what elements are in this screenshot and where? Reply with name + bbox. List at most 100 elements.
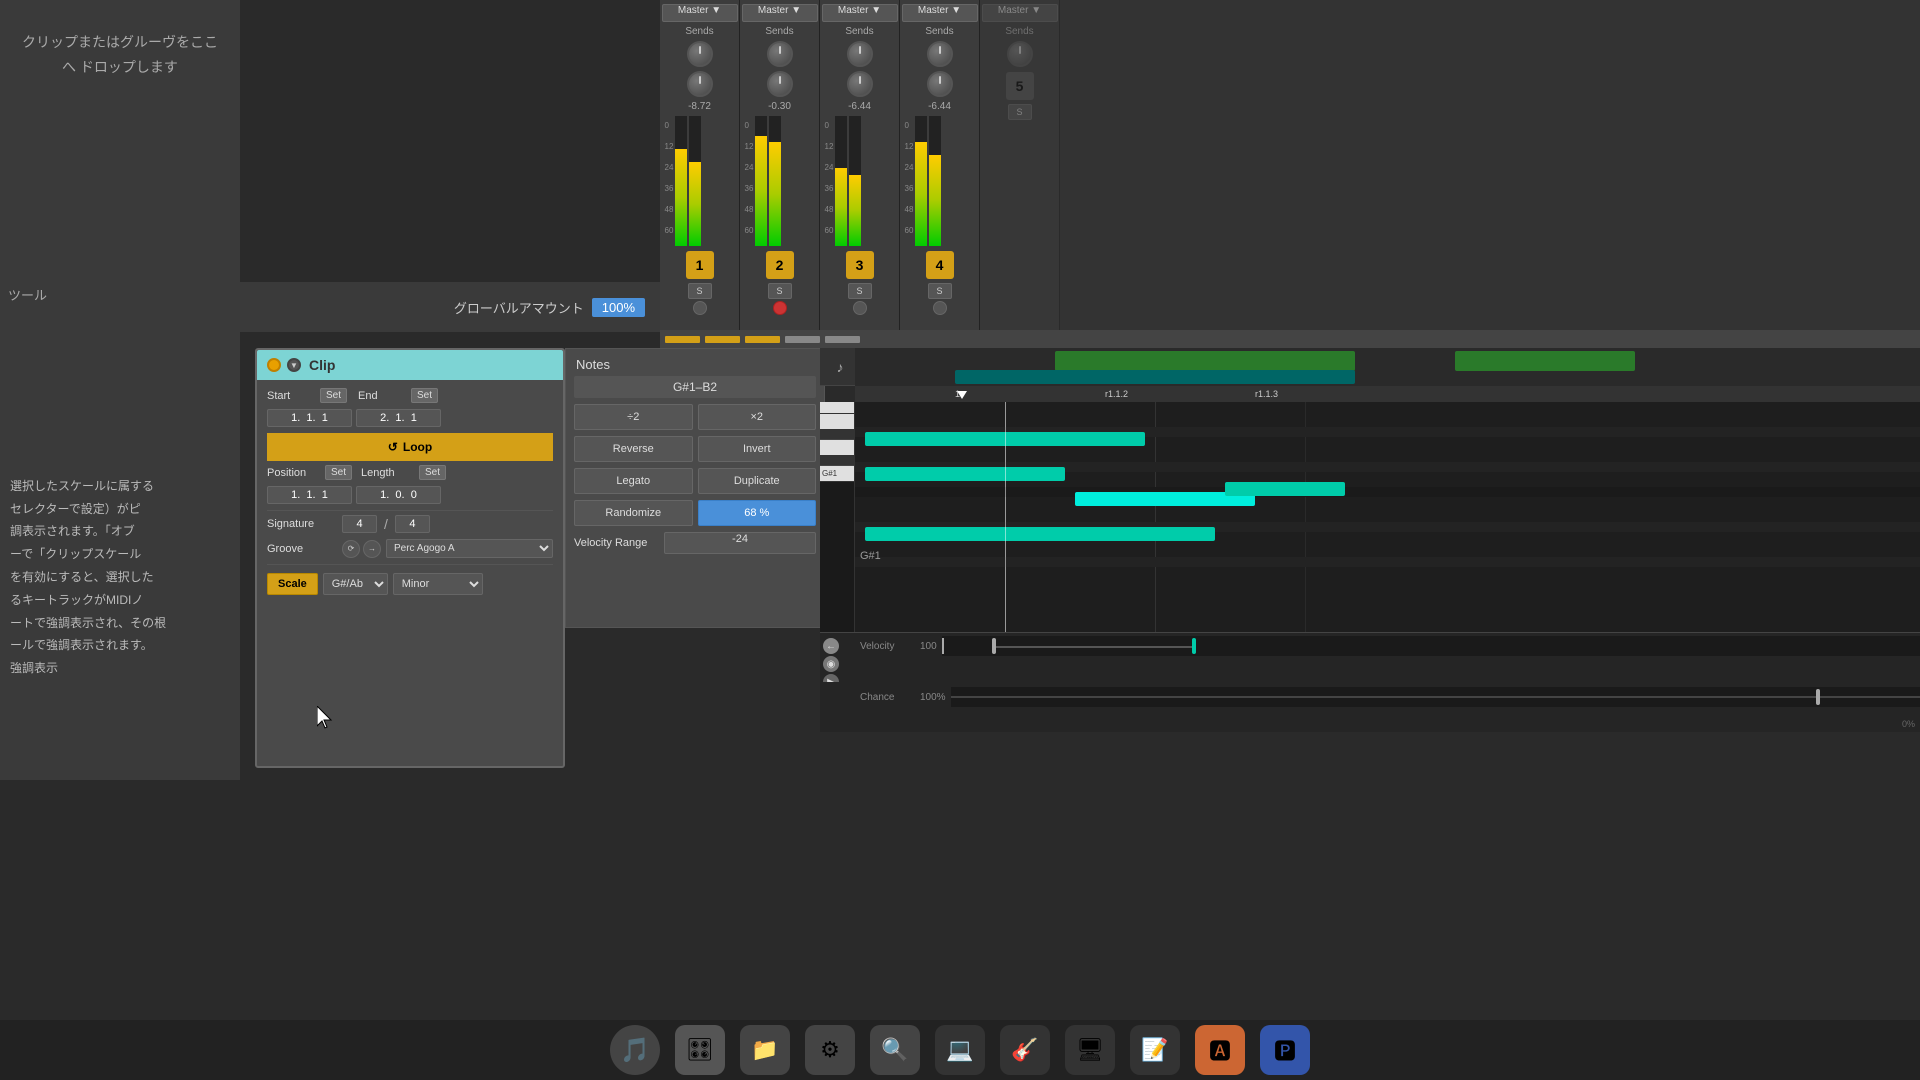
midi-note-5[interactable] [1225, 482, 1345, 496]
info-line-7: ートで強調表示され、その根 [10, 612, 230, 635]
invert-btn[interactable]: Invert [698, 436, 817, 462]
ch2-send-b-knob[interactable] [767, 71, 793, 97]
scale-toggle-btn[interactable]: Scale [267, 573, 318, 595]
arrangement-clip-1[interactable] [1055, 351, 1355, 371]
end-label: End [358, 390, 408, 402]
dock-icon-4[interactable]: ⚙ [805, 1025, 855, 1075]
ch2-level-meter-r [769, 116, 781, 246]
div2-btn[interactable]: ÷2 [574, 404, 693, 430]
ch3-solo-btn[interactable]: S [848, 283, 872, 299]
velocity-range-input[interactable]: -24 [664, 532, 816, 554]
ch1-send-b-knob[interactable] [687, 71, 713, 97]
position-set-btn[interactable]: Set [325, 465, 352, 480]
arrangement-clip-3[interactable] [955, 370, 1355, 384]
ch3-master-dropdown[interactable]: Master ▼ [822, 4, 898, 22]
ch4-mute-btn[interactable] [933, 301, 947, 315]
transport-bar [660, 330, 1920, 348]
ch4-solo-btn[interactable]: S [928, 283, 952, 299]
ch4-track-number[interactable]: 4 [926, 251, 954, 279]
note-tool-icon[interactable]: ♪ [830, 357, 850, 377]
velocity-arrow-btn[interactable]: ← [823, 638, 839, 654]
ch3-mute-btn[interactable] [853, 301, 867, 315]
dock-icon-11[interactable]: 🅿 [1260, 1025, 1310, 1075]
ch5-knob[interactable] [1007, 41, 1033, 67]
key-select[interactable]: G#/Ab A A#/Bb B C [323, 573, 388, 595]
ch2-track-number[interactable]: 2 [766, 251, 794, 279]
ch1-mute-btn[interactable] [693, 301, 707, 315]
ch1-master-dropdown[interactable]: Master ▼ [662, 4, 738, 22]
ch5-master-dropdown[interactable]: Master ▼ [982, 4, 1058, 22]
ch4-send-a-knob[interactable] [927, 41, 953, 67]
ch1-solo-btn[interactable]: S [688, 283, 712, 299]
groove-arrow-btn[interactable]: → [363, 540, 381, 558]
sig-denominator-input[interactable] [395, 515, 430, 533]
transport-dot-2 [705, 336, 740, 343]
legato-btn[interactable]: Legato [574, 468, 693, 494]
chance-bar-area[interactable] [951, 687, 1920, 707]
ch1-track-number[interactable]: 1 [686, 251, 714, 279]
position-value-input[interactable] [267, 486, 352, 504]
start-value-input[interactable] [267, 409, 352, 427]
ch4-master-dropdown[interactable]: Master ▼ [902, 4, 978, 22]
dock-icon-10[interactable]: 🅰 [1195, 1025, 1245, 1075]
dock-icon-5[interactable]: 🔍 [870, 1025, 920, 1075]
ch3-send-a-knob[interactable] [847, 41, 873, 67]
sig-numerator-input[interactable] [342, 515, 377, 533]
clip-arrow-btn[interactable]: ▼ [287, 358, 301, 372]
pos-len-labels-row: Position Set Length Set [267, 465, 553, 480]
ch3-level-bar-r [849, 175, 861, 247]
duplicate-btn[interactable]: Duplicate [698, 468, 817, 494]
reverse-btn[interactable]: Reverse [574, 436, 693, 462]
dock-icon-3[interactable]: 📁 [740, 1025, 790, 1075]
length-set-btn[interactable]: Set [419, 465, 446, 480]
velocity-bar-area[interactable] [942, 636, 1920, 656]
ch1-sends-label: Sends [685, 26, 713, 37]
playhead-marker [957, 391, 967, 399]
groove-row: Groove ⟳ → Perc Agogo A [267, 539, 553, 558]
dock-icon-1[interactable]: 🎵 [610, 1025, 660, 1075]
ch5-track-number[interactable]: 5 [1006, 72, 1034, 100]
ch2-send-a-knob[interactable] [767, 41, 793, 67]
end-value-input[interactable] [356, 409, 441, 427]
ch2-record-btn[interactable] [773, 301, 787, 315]
roll-grid[interactable] [855, 402, 1920, 632]
global-amount-value[interactable]: 100% [592, 298, 645, 317]
loop-btn[interactable]: ↺ Loop [267, 433, 553, 461]
ch1-send-a-knob[interactable] [687, 41, 713, 67]
ch2-master-dropdown[interactable]: Master ▼ [742, 4, 818, 22]
arrangement-clip-2[interactable] [1455, 351, 1635, 371]
dock-icon-6[interactable]: 💻 [935, 1025, 985, 1075]
randomize-btn[interactable]: Randomize [574, 500, 693, 526]
ch3-sends-label: Sends [845, 26, 873, 37]
info-line-5: を有効にすると、選択した [10, 566, 230, 589]
ch3-send-b-knob[interactable] [847, 71, 873, 97]
chance-arrow-btn[interactable]: ◉ [823, 656, 839, 672]
start-set-btn[interactable]: Set [320, 388, 347, 403]
ch5-solo-btn[interactable]: S [1008, 104, 1032, 120]
groove-sync-btn[interactable]: ⟳ [342, 540, 360, 558]
dock-icon-2[interactable]: 🎛 [675, 1025, 725, 1075]
chance-value: 100% [920, 692, 946, 703]
ch4-send-b-knob[interactable] [927, 71, 953, 97]
loop-label: Loop [403, 440, 432, 454]
length-label: Length [361, 467, 416, 479]
ch4-level-bar-r [929, 155, 941, 246]
dock-icon-8[interactable]: 🖥 [1065, 1025, 1115, 1075]
randomize-value[interactable]: 68 % [698, 500, 817, 526]
mul2-btn[interactable]: ×2 [698, 404, 817, 430]
notes-header: Notes [566, 349, 824, 376]
piano-roll-content[interactable]: B2 G#1 G#1 [820, 402, 1920, 632]
dock-icon-7[interactable]: 🎸 [1000, 1025, 1050, 1075]
dock-icon-9[interactable]: 📝 [1130, 1025, 1180, 1075]
midi-note-2[interactable] [865, 467, 1065, 481]
mode-select[interactable]: Minor Major Dorian Phrygian [393, 573, 483, 595]
info-line-6: るキートラックがMIDIノ [10, 589, 230, 612]
clip-power-btn[interactable] [267, 358, 281, 372]
ch3-track-number[interactable]: 3 [846, 251, 874, 279]
ch2-solo-btn[interactable]: S [768, 283, 792, 299]
length-value-input[interactable] [356, 486, 441, 504]
end-set-btn[interactable]: Set [411, 388, 438, 403]
transport-dot-3 [745, 336, 780, 343]
groove-select[interactable]: Perc Agogo A [386, 539, 553, 558]
midi-note-4[interactable] [865, 527, 1215, 541]
